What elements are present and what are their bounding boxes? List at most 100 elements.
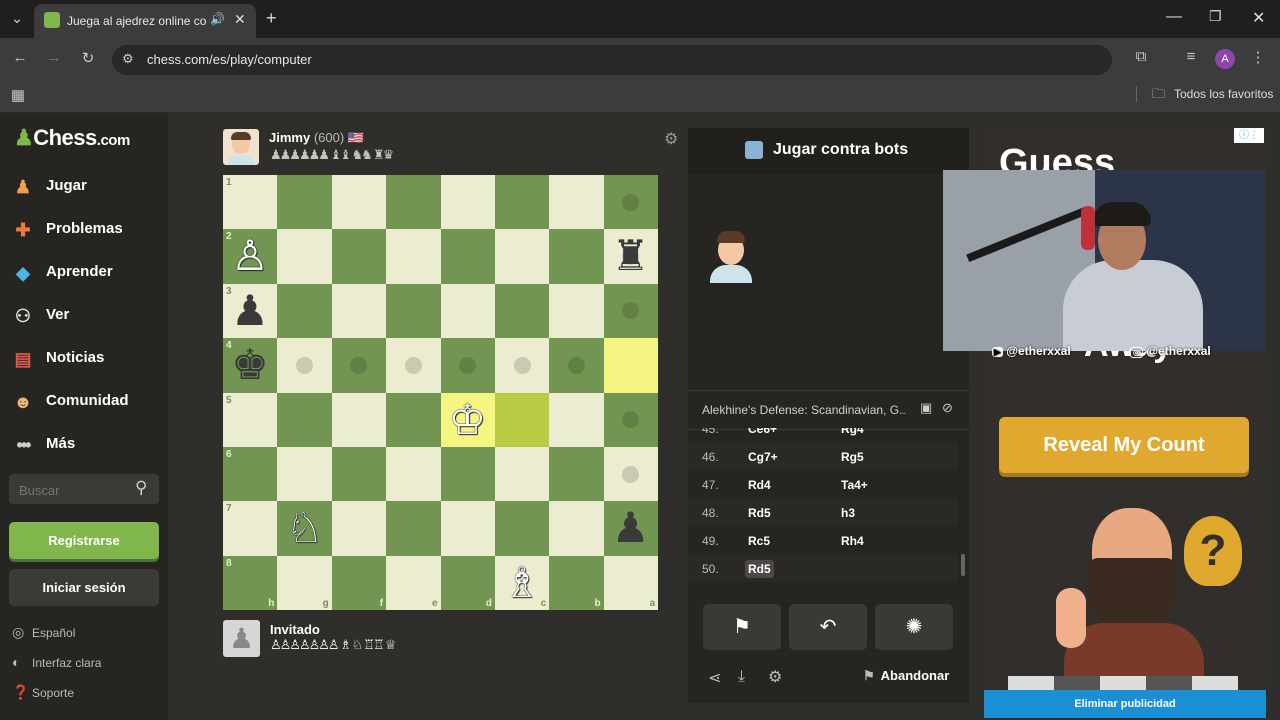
chess-board[interactable]: 1 2 3 4 5 6 7 8 h g f e d c b a ♙ ♜ ♟ ♚ ♔ ♘ ♟ ♗ — [223, 175, 659, 611]
reveal-count-button[interactable]: Reveal My Count — [999, 417, 1249, 473]
square-a8[interactable]: a — [603, 555, 659, 611]
square-d2[interactable] — [440, 229, 495, 284]
square-b8[interactable]: b — [549, 555, 604, 611]
black-rook-icon[interactable]: ♜ — [604, 229, 658, 283]
legal-move-dot[interactable] — [622, 465, 640, 483]
share-icon[interactable]: ⋖ — [708, 668, 721, 688]
square-a4[interactable] — [603, 338, 659, 393]
chesscom-logo[interactable]: ♟Chess.com — [14, 125, 130, 151]
square-e2[interactable] — [386, 229, 441, 284]
remove-ads-link[interactable]: Eliminar publicidad — [984, 690, 1266, 718]
square-c7[interactable] — [494, 501, 550, 556]
undo-button[interactable]: ↶ — [789, 604, 867, 650]
square-g5[interactable] — [277, 392, 332, 447]
square-b3[interactable] — [549, 283, 604, 339]
square-f7[interactable] — [331, 501, 387, 556]
legal-move-dot[interactable] — [404, 356, 422, 374]
site-info-icon[interactable]: ⚙ — [122, 51, 134, 67]
black-move[interactable]: Ta4+ — [841, 478, 868, 492]
hint-button[interactable]: ✺ — [875, 604, 953, 650]
square-h7[interactable]: 7 — [223, 501, 278, 556]
square-e7[interactable] — [386, 501, 441, 556]
square-g3[interactable] — [277, 283, 332, 339]
nav-problemas[interactable]: ✚ Problemas — [10, 215, 160, 245]
settings-gear-icon[interactable]: ⚙ — [768, 667, 782, 687]
legal-move-dot[interactable] — [296, 356, 314, 374]
browser-tab[interactable]: Juega al ajedrez online cont 🔊 ✕ — [34, 4, 256, 38]
square-g8[interactable]: g — [277, 555, 332, 611]
square-b2[interactable] — [549, 229, 604, 284]
guest-avatar[interactable]: ♟ — [223, 620, 260, 657]
square-b6[interactable] — [549, 446, 604, 502]
square-e1[interactable] — [386, 175, 441, 230]
legal-move-dot[interactable] — [622, 193, 640, 211]
adchoices-icon[interactable]: ⓘ⋮ — [1234, 128, 1264, 143]
resign-flag-button[interactable]: ⚑ — [703, 604, 781, 650]
white-king-icon[interactable]: ♔ — [441, 393, 495, 447]
profile-avatar[interactable]: A — [1215, 49, 1235, 69]
square-c5[interactable] — [494, 392, 550, 447]
square-e8[interactable]: e — [386, 555, 441, 611]
search-input[interactable] — [9, 474, 141, 506]
top-player-name[interactable]: Jimmy — [269, 130, 310, 145]
square-f2[interactable] — [331, 229, 387, 284]
legal-move-dot[interactable] — [513, 356, 531, 374]
square-e3[interactable] — [386, 283, 441, 339]
nav-comunidad[interactable]: ☻ Comunidad — [10, 387, 160, 417]
square-c3[interactable] — [494, 283, 550, 339]
square-d1[interactable] — [440, 175, 495, 230]
black-move[interactable]: Rg5 — [841, 450, 864, 464]
square-d8[interactable]: d — [440, 555, 495, 611]
square-e5[interactable] — [386, 392, 441, 447]
square-b5[interactable] — [549, 392, 604, 447]
square-b1[interactable] — [549, 175, 604, 230]
book-icon[interactable]: ▣ — [920, 400, 932, 416]
login-button[interactable]: Iniciar sesión — [9, 569, 159, 606]
square-f3[interactable] — [331, 283, 387, 339]
white-pawn-icon[interactable]: ♙ — [223, 229, 277, 283]
square-f8[interactable]: f — [331, 555, 387, 611]
theme-link[interactable]: ◐ Interfaz clara — [12, 654, 101, 670]
white-knight-icon[interactable]: ♘ — [277, 501, 331, 555]
restore-icon[interactable]: ❐ — [1209, 8, 1222, 25]
move-list[interactable]: 45. Ce6+ Rg4 46. Cg7+ Rg5 47. Rd4 Ta4+ 48. Rd5 h… — [688, 428, 969, 582]
current-move[interactable]: Rd5 — [745, 560, 774, 578]
speaker-icon[interactable]: 🔊 — [210, 12, 225, 26]
black-move[interactable]: h3 — [841, 506, 855, 520]
board-settings-gear-icon[interactable]: ⚙ — [664, 129, 678, 149]
nav-jugar[interactable]: ♟ Jugar — [10, 172, 160, 202]
legal-move-dot[interactable] — [459, 356, 477, 374]
square-h5[interactable]: 5 — [223, 392, 278, 447]
white-move[interactable]: Rc5 — [748, 534, 770, 548]
square-h8[interactable]: 8h — [223, 555, 278, 611]
bottom-player-name[interactable]: Invitado — [270, 622, 320, 637]
move-list-scrollbar[interactable] — [961, 554, 965, 576]
square-f6[interactable] — [331, 446, 387, 502]
square-g1[interactable] — [277, 175, 332, 230]
bot-avatar[interactable] — [223, 129, 259, 165]
square-f5[interactable] — [331, 392, 387, 447]
download-icon[interactable]: ⤓ — [738, 668, 745, 686]
language-link[interactable]: ◎ Español — [12, 624, 75, 641]
media-control-icon[interactable]: ≡ — [1180, 48, 1202, 65]
reload-icon[interactable]: ↻ — [77, 49, 99, 67]
square-d6[interactable] — [440, 446, 495, 502]
square-d3[interactable] — [440, 283, 495, 339]
square-c1[interactable] — [494, 175, 550, 230]
legal-move-dot[interactable] — [567, 356, 585, 374]
black-pawn-icon[interactable]: ♟ — [604, 501, 658, 555]
black-pawn-icon[interactable]: ♟ — [223, 284, 277, 338]
square-g2[interactable] — [277, 229, 332, 284]
white-move[interactable]: Rd5 — [748, 506, 771, 520]
square-d7[interactable] — [440, 501, 495, 556]
tab-search-icon[interactable]: ⌄ — [6, 9, 28, 27]
white-bishop-icon[interactable]: ♗ — [495, 556, 549, 610]
square-g6[interactable] — [277, 446, 332, 502]
search-icon[interactable]: ⚲ — [135, 478, 147, 498]
square-c2[interactable] — [494, 229, 550, 284]
square-h6[interactable]: 6 — [223, 446, 278, 502]
nav-noticias[interactable]: ▤ Noticias — [10, 344, 160, 374]
black-move[interactable]: Rg4 — [841, 428, 864, 436]
close-window-icon[interactable]: ✕ — [1252, 8, 1265, 28]
white-move[interactable]: Cg7+ — [748, 450, 778, 464]
